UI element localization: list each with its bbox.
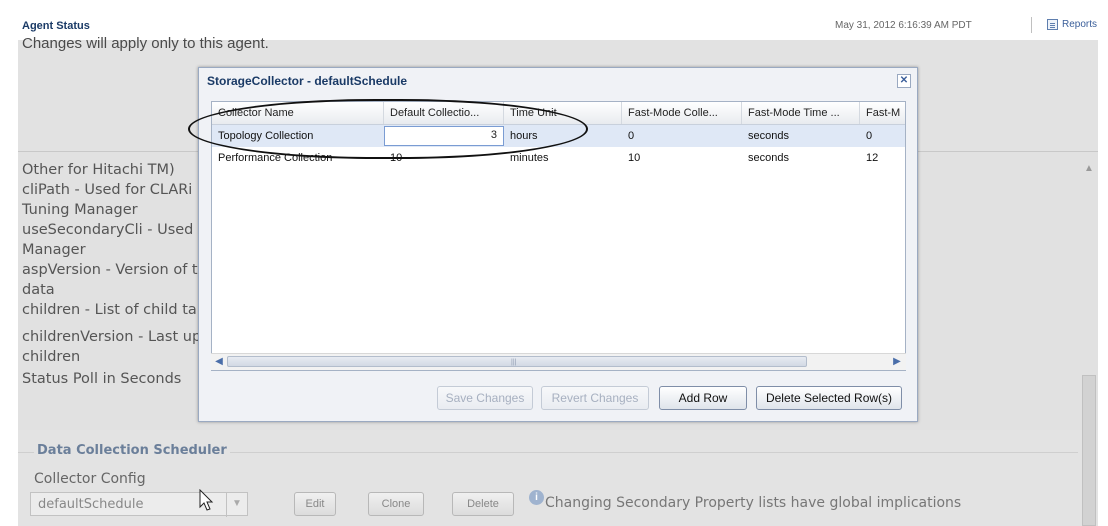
column-header-fast-mode-collection[interactable]: Fast-Mode Colle... [622, 102, 742, 124]
property-desc-9: children [22, 349, 81, 365]
cell-fast-mode-extra: 12 [866, 152, 879, 164]
annotation-ellipse [188, 99, 588, 159]
clone-button[interactable]: Clone [368, 492, 424, 516]
info-message: Changing Secondary Property lists have g… [545, 495, 962, 511]
scrollbar-grip-icon: ||| [511, 359, 517, 366]
cell-fast-mode-collection: 0 [628, 130, 635, 142]
edit-button[interactable]: Edit [294, 492, 336, 516]
vertical-scrollbar-thumb[interactable] [1082, 375, 1096, 526]
property-desc-2: Tuning Manager [22, 202, 138, 218]
delete-selected-rows-button[interactable]: Delete Selected Row(s) [756, 386, 902, 410]
close-icon[interactable]: ✕ [897, 74, 911, 88]
dialog-title: StorageCollector - defaultSchedule [207, 74, 408, 88]
property-desc-8: childrenVersion - Last up [22, 329, 202, 345]
save-changes-button[interactable]: Save Changes [437, 386, 533, 410]
horizontal-scrollbar-thumb[interactable]: ||| [227, 356, 807, 367]
info-icon: i [529, 490, 544, 505]
header-divider [1031, 17, 1032, 33]
dropdown-arrow-icon[interactable]: ▼ [226, 493, 247, 517]
scroll-right-icon[interactable]: ▶ [891, 355, 903, 368]
property-desc-3: useSecondaryCli - Used [22, 222, 194, 238]
cell-fast-mode-time: seconds [748, 152, 789, 164]
reports-link[interactable]: Reports [1062, 19, 1097, 30]
property-desc-7: children - List of child ta [22, 302, 197, 318]
cell-fast-mode-time: seconds [748, 130, 789, 142]
horizontal-scrollbar[interactable]: ◀ ||| ▶ [211, 353, 906, 370]
delete-button[interactable]: Delete [452, 492, 514, 516]
page-subtitle: Changes will apply only to this agent. [22, 35, 269, 52]
schedule-select[interactable]: defaultSchedule ▼ [30, 492, 248, 517]
property-desc-5: aspVersion - Version of t [22, 262, 198, 278]
property-desc-4: Manager [22, 242, 86, 258]
reports-icon[interactable] [1047, 19, 1058, 30]
mouse-cursor-icon [199, 489, 214, 511]
scroll-up-icon[interactable]: ▲ [1083, 163, 1095, 175]
collector-config-label: Collector Config [34, 471, 146, 487]
add-row-button[interactable]: Add Row [659, 386, 747, 410]
column-header-fast-mode-extra[interactable]: Fast-M [860, 102, 905, 124]
schedule-select-value: defaultSchedule [38, 497, 144, 512]
revert-changes-button[interactable]: Revert Changes [541, 386, 649, 410]
status-poll-label: Status Poll in Seconds [22, 371, 182, 387]
cell-fast-mode-extra: 0 [866, 130, 873, 142]
property-desc-0: Other for Hitachi TM) [22, 162, 175, 178]
page-title: Agent Status [22, 20, 90, 32]
scroll-left-icon[interactable]: ◀ [213, 355, 225, 368]
cell-fast-mode-collection: 10 [628, 152, 641, 164]
data-collection-legend: Data Collection Scheduler [34, 443, 230, 458]
header-datetime: May 31, 2012 6:16:39 AM PDT [835, 20, 972, 31]
property-desc-1: cliPath - Used for CLARi [22, 182, 193, 198]
property-desc-6: data [22, 282, 55, 298]
column-header-fast-mode-time[interactable]: Fast-Mode Time ... [742, 102, 860, 124]
